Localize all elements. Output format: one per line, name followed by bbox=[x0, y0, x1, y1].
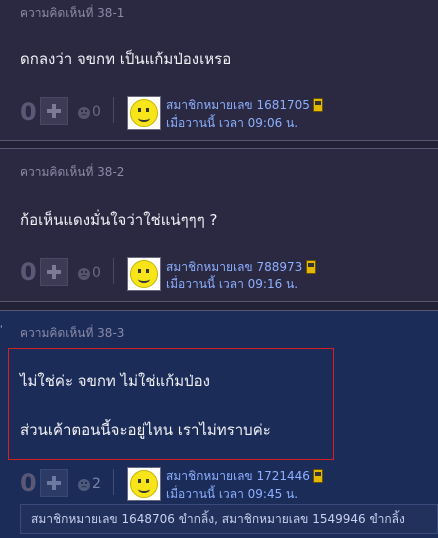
comment-38-3: ʻ ความคิดเห็นที่ 38-3 ไม่ใช่ค่ะ จขกท ไม่… bbox=[0, 310, 438, 538]
comment-38-2: ความคิดเห็นที่ 38-2 ก้อเห็นแดงมั่นใจว่าใ… bbox=[0, 148, 438, 302]
mobile-phone-icon bbox=[306, 260, 316, 274]
smiley-icon bbox=[130, 470, 158, 498]
mobile-phone-icon bbox=[313, 98, 323, 112]
vote-score: 0 bbox=[20, 469, 37, 497]
comment-number[interactable]: ความคิดเห็นที่ 38-3 bbox=[20, 324, 124, 343]
mobile-phone-icon bbox=[313, 469, 323, 483]
sad-count: 0 bbox=[92, 265, 101, 281]
post-time: เมื่อวานนี้ เวลา 09:45 น. bbox=[166, 487, 299, 501]
comment-number[interactable]: ความคิดเห็นที่ 38-1 bbox=[20, 4, 124, 23]
vote-score: 0 bbox=[20, 258, 37, 286]
comment-number[interactable]: ความคิดเห็นที่ 38-2 bbox=[20, 163, 124, 182]
sad-face-icon[interactable] bbox=[78, 479, 90, 491]
divider bbox=[113, 97, 114, 123]
smiley-icon bbox=[130, 260, 158, 288]
divider bbox=[113, 258, 114, 284]
reaction-summary[interactable]: สมาชิกหมายเลข 1648706 ขำกลิ้ง, สมาชิกหมา… bbox=[20, 504, 438, 534]
avatar[interactable] bbox=[127, 257, 161, 291]
sad-face-icon[interactable] bbox=[78, 107, 90, 119]
avatar[interactable] bbox=[127, 467, 161, 501]
avatar[interactable] bbox=[127, 96, 161, 130]
post-time: เมื่อวานนี้ เวลา 09:06 น. bbox=[166, 116, 299, 130]
member-link[interactable]: สมาชิกหมายเลข 1681705 bbox=[166, 96, 310, 115]
vote-score: 0 bbox=[20, 98, 37, 126]
reply-marker: ʻ bbox=[0, 325, 3, 335]
highlight-box bbox=[8, 348, 334, 460]
plus-icon[interactable] bbox=[40, 469, 68, 497]
comment-text: ดกลงว่า จขกท เป็นแก้มป่องเหรอ bbox=[20, 50, 232, 68]
sad-count: 2 bbox=[92, 476, 101, 492]
plus-icon[interactable] bbox=[40, 258, 68, 286]
comment-text-line-1: ไม่ใช่ค่ะ จขกท ไม่ใช่แก้มป่อง bbox=[20, 372, 211, 390]
comment-text: ก้อเห็นแดงมั่นใจว่าใช่แน่ๆๆๆ ? bbox=[20, 211, 218, 229]
sad-count: 0 bbox=[92, 104, 101, 120]
divider bbox=[113, 469, 114, 495]
sad-face-icon[interactable] bbox=[78, 268, 90, 280]
comment-text-line-2: ส่วนเค้าตอนนี้จะอยู่ไหน เราไม่ทราบค่ะ bbox=[20, 421, 271, 439]
comment-38-1: ความคิดเห็นที่ 38-1 ดกลงว่า จขกท เป็นแก้… bbox=[0, 0, 438, 141]
member-link[interactable]: สมาชิกหมายเลข 1721446 bbox=[166, 467, 310, 486]
plus-icon[interactable] bbox=[40, 97, 68, 125]
post-time: เมื่อวานนี้ เวลา 09:16 น. bbox=[166, 277, 299, 291]
smiley-icon bbox=[130, 99, 158, 127]
